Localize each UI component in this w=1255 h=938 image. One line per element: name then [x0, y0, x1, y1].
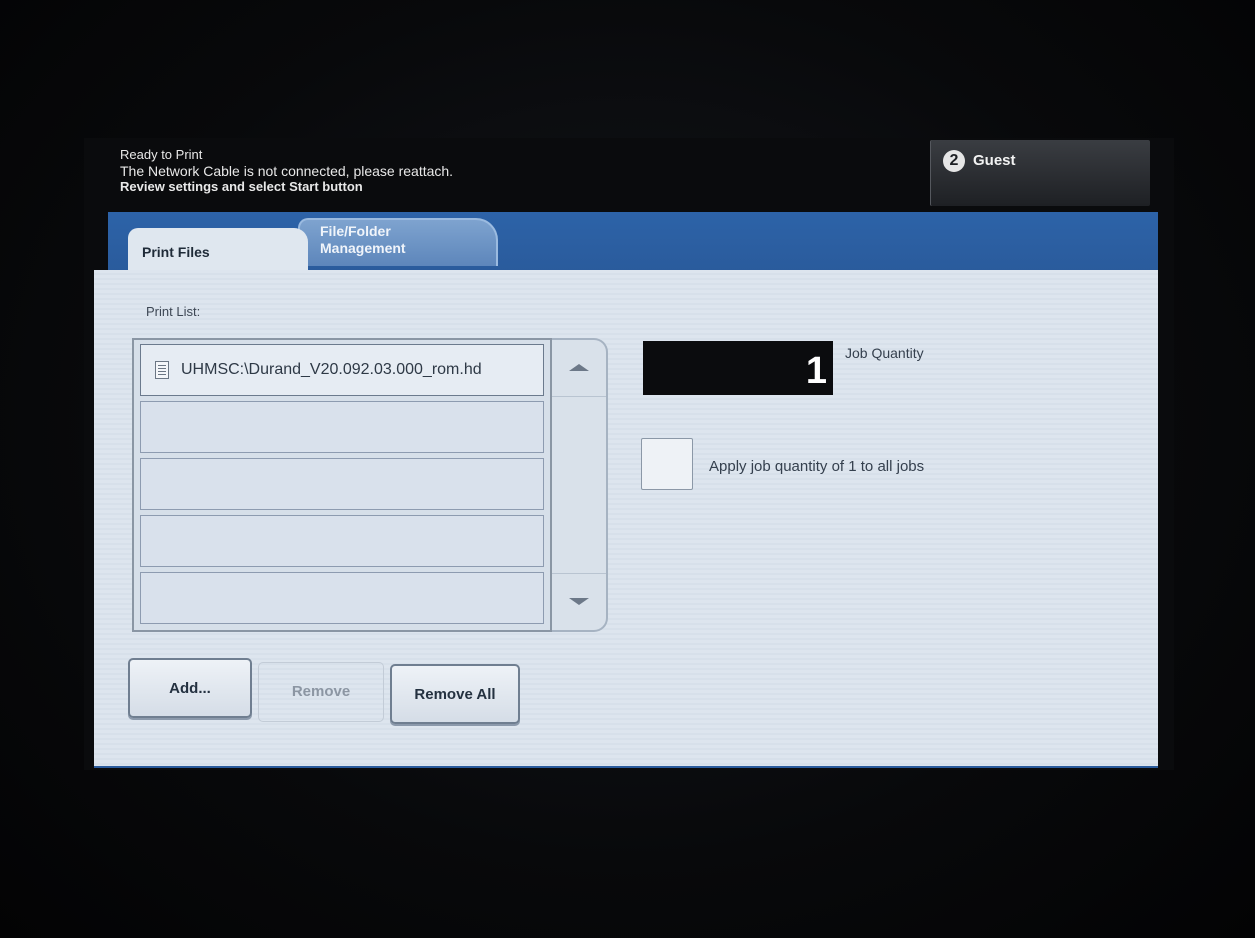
list-item[interactable]: UHMSC:\Durand_V20.092.03.000_rom.hd [140, 344, 544, 396]
tab-label-line1: File/Folder [320, 223, 391, 239]
guest-login-button[interactable]: 2 Guest [930, 140, 1150, 206]
file-name: UHMSC:\Durand_V20.092.03.000_rom.hd [181, 361, 482, 378]
job-quantity-value: 1 [805, 350, 827, 392]
list-item[interactable] [140, 458, 544, 510]
status-messages: Ready to Print The Network Cable is not … [120, 147, 453, 195]
document-icon [155, 361, 169, 379]
remove-all-button[interactable]: Remove All [390, 664, 520, 724]
add-button[interactable]: Add... [128, 658, 252, 718]
print-list: UHMSC:\Durand_V20.092.03.000_rom.hd [132, 338, 552, 632]
scroll-down-button[interactable] [552, 573, 606, 630]
print-list-label: Print List: [146, 304, 201, 319]
tab-file-folder-management[interactable]: File/Folder Management [298, 218, 498, 266]
tab-bar: File/Folder Management Print Files [108, 212, 1158, 278]
arrow-up-icon [569, 364, 589, 371]
scroll-up-button[interactable] [552, 340, 606, 397]
status-line-ready: Ready to Print [120, 147, 203, 162]
status-line-network: The Network Cable is not connected, plea… [120, 163, 454, 179]
list-item[interactable] [140, 572, 544, 624]
list-scrollbar [552, 338, 608, 632]
list-item[interactable] [140, 401, 544, 453]
tab-label-line2: Management [320, 240, 406, 256]
user-icon: 2 [943, 150, 965, 172]
guest-label: Guest [973, 152, 1016, 169]
job-quantity-display[interactable]: 1 [643, 341, 833, 395]
arrow-down-icon [569, 598, 589, 605]
status-line-instructions: Review settings and select Start button [120, 179, 363, 194]
remove-button[interactable]: Remove [258, 662, 384, 722]
tab-label: Print Files [142, 244, 210, 260]
apply-all-label: Apply job quantity of 1 to all jobs [709, 458, 925, 475]
list-item[interactable] [140, 515, 544, 567]
job-quantity-label: Job Quantity [845, 345, 924, 361]
apply-all-checkbox[interactable] [641, 438, 693, 490]
